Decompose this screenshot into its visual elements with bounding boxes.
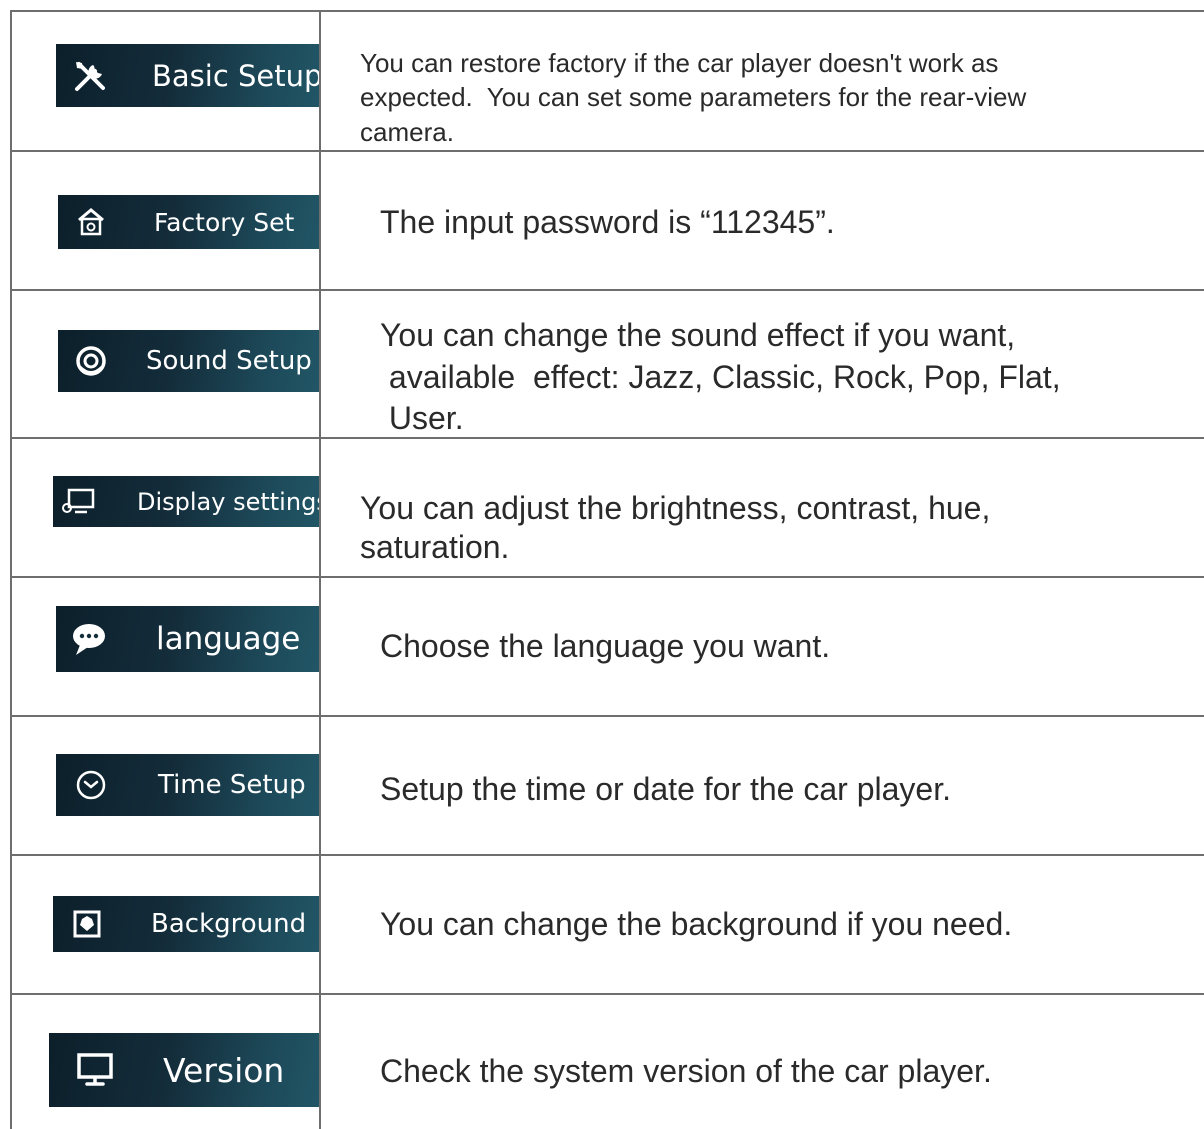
table-row-sound-setup: Sound Setup You can change the sound eff… — [10, 291, 1204, 439]
table-row-display-settings: Display settings You can adjust the brig… — [10, 439, 1204, 578]
sound-setup-button[interactable]: Sound Setup — [58, 330, 319, 392]
basic-setup-description: You can restore factory if the car playe… — [360, 48, 1027, 147]
column-divider — [319, 10, 321, 1129]
factory-set-label: Factory Set — [154, 207, 295, 237]
sound-setup-description: You can change the sound effect if you w… — [380, 317, 1061, 437]
factory-set-button[interactable]: Factory Set — [58, 195, 319, 249]
version-button[interactable]: Version — [49, 1033, 319, 1107]
tools-icon — [60, 59, 122, 93]
version-description: Check the system version of the car play… — [380, 1053, 992, 1089]
time-setup-label: Time Setup — [158, 770, 306, 800]
language-description: Choose the language you want. — [380, 628, 831, 664]
table-row-background: Background You can change the background… — [10, 856, 1204, 995]
speech-bubble-icon — [58, 621, 120, 657]
basic-setup-button[interactable]: Basic Setup — [56, 44, 319, 107]
table-row-basic-setup: Basic Setup You can restore factory if t… — [10, 10, 1204, 152]
picture-icon — [59, 909, 115, 939]
language-label: language — [156, 621, 301, 657]
sound-setup-label: Sound Setup — [146, 346, 312, 376]
basic-setup-label: Basic Setup — [152, 58, 319, 93]
display-settings-label: Display settings — [137, 487, 319, 516]
factory-set-description: The input password is “112345”. — [380, 204, 835, 240]
table-row-factory-set: Factory Set The input password is “11234… — [10, 152, 1204, 291]
background-label: Background — [151, 909, 307, 939]
table-row-language: language Choose the language you want. — [10, 578, 1204, 717]
display-settings-button[interactable]: Display settings — [53, 476, 319, 527]
display-settings-description: You can adjust the brightness, contrast,… — [360, 490, 991, 566]
monitor-icon — [61, 1052, 129, 1088]
time-setup-button[interactable]: Time Setup — [56, 754, 319, 816]
version-label: Version — [163, 1050, 285, 1090]
factory-house-icon — [60, 207, 122, 237]
time-setup-description: Setup the time or date for the car playe… — [380, 771, 951, 807]
display-settings-icon — [53, 487, 103, 517]
clock-icon — [60, 769, 122, 801]
speaker-icon — [60, 345, 122, 377]
background-description: You can change the background if you nee… — [380, 906, 1013, 942]
table-row-version: Version Check the system version of the … — [10, 995, 1204, 1129]
table-row-time-setup: Time Setup Setup the time or date for th… — [10, 717, 1204, 856]
background-button[interactable]: Background — [53, 896, 319, 952]
language-button[interactable]: language — [56, 606, 319, 672]
